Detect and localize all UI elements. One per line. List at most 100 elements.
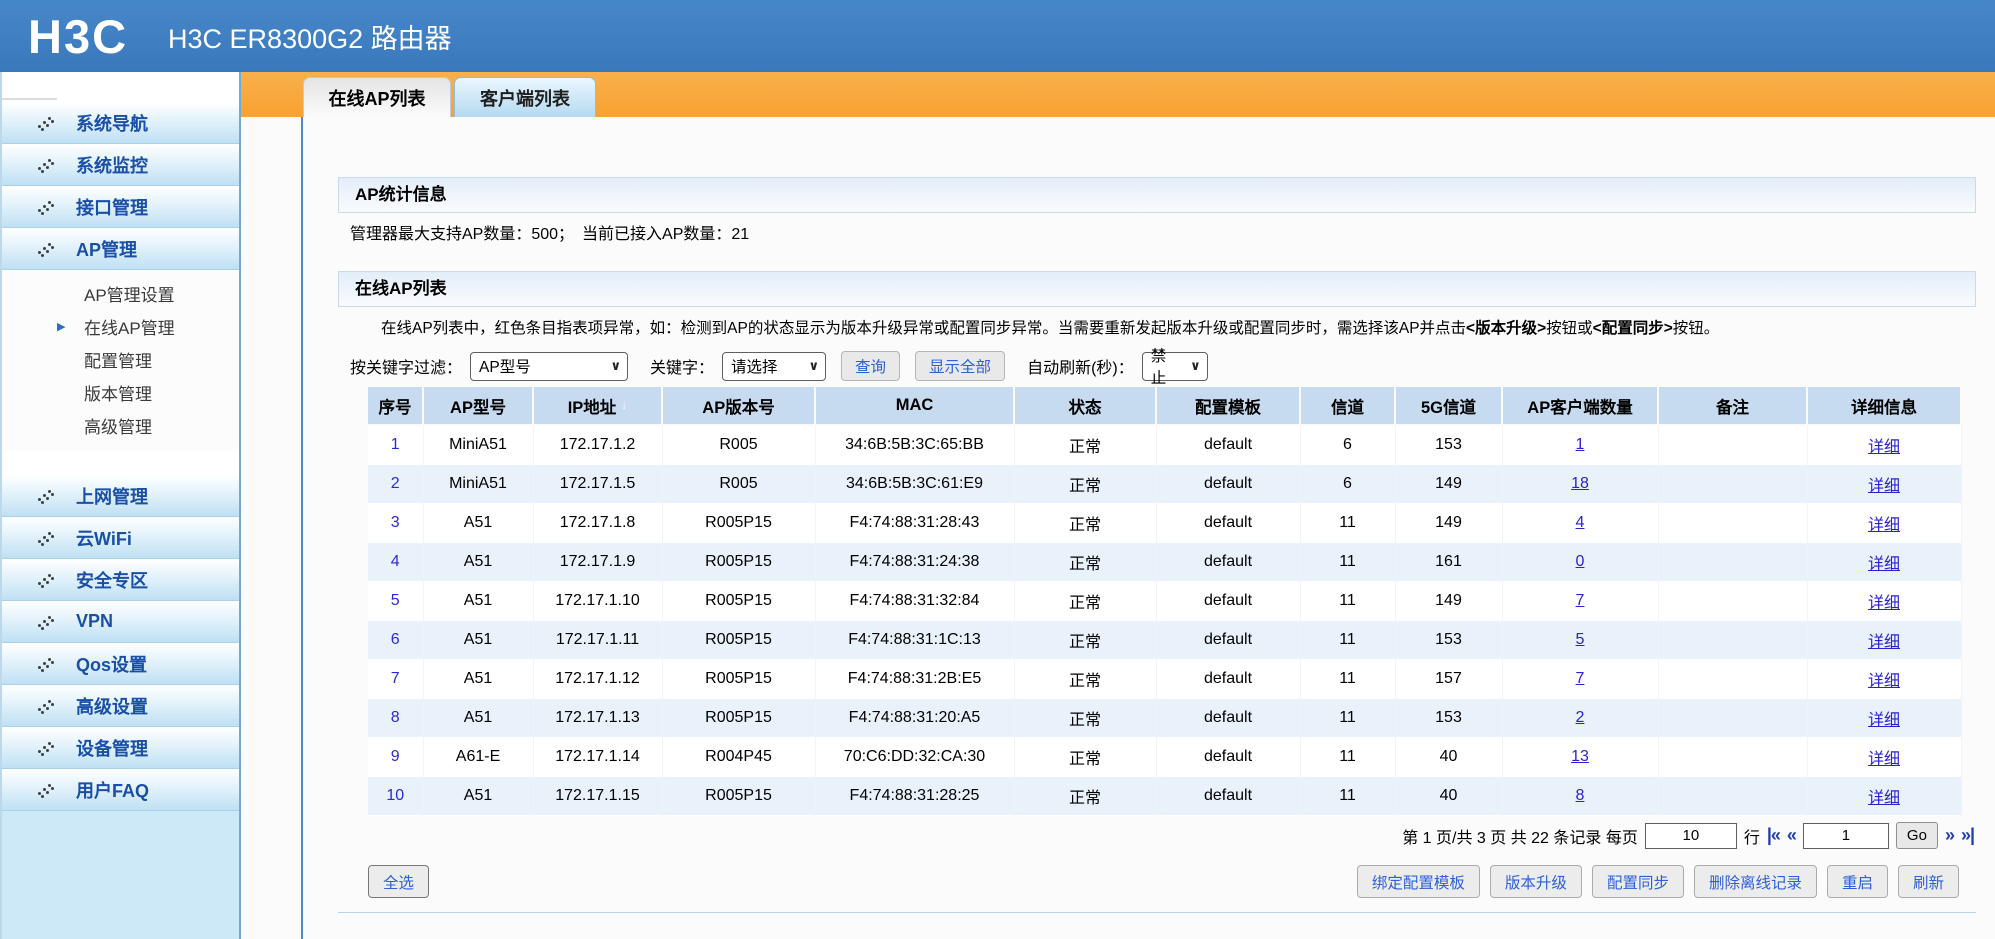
cell-ip: 172.17.1.12 bbox=[533, 659, 662, 698]
client-count-link[interactable]: 7 bbox=[1576, 592, 1585, 609]
show-all-button[interactable]: 显示全部 bbox=[915, 351, 1005, 381]
config-sync-button[interactable]: 配置同步 bbox=[1592, 865, 1684, 898]
sidebar-item-vpn[interactable]: VPN bbox=[2, 601, 239, 643]
column-header-ip[interactable]: IP地址↓ bbox=[533, 387, 662, 425]
detail-link[interactable]: 详细 bbox=[1868, 634, 1900, 651]
sidebar-item-system-nav[interactable]: 系统导航 bbox=[2, 102, 239, 144]
menu-bullet-icon bbox=[38, 531, 54, 545]
detail-link[interactable]: 详细 bbox=[1868, 517, 1900, 534]
column-header-version[interactable]: AP版本号 bbox=[662, 387, 815, 425]
submenu-item-version-mgmt[interactable]: 版本管理 bbox=[2, 376, 239, 409]
sidebar-item-security-zone[interactable]: 安全专区 bbox=[2, 559, 239, 601]
submenu-item-ap-mgmt-settings[interactable]: AP管理设置 bbox=[2, 277, 239, 310]
cell-channel: 11 bbox=[1300, 503, 1395, 542]
client-count-link[interactable]: 7 bbox=[1576, 670, 1585, 687]
cell-model: A51 bbox=[423, 542, 533, 581]
column-header-index[interactable]: 序号 bbox=[368, 387, 423, 425]
sidebar-item-interface-mgmt[interactable]: 接口管理 bbox=[2, 186, 239, 228]
client-count-link[interactable]: 18 bbox=[1571, 475, 1589, 492]
next-page-button[interactable]: » bbox=[1945, 825, 1954, 846]
submenu-item-online-ap-mgmt[interactable]: ▶ 在线AP管理 bbox=[2, 310, 239, 343]
desc-text: 按钮或 bbox=[1546, 320, 1593, 337]
detail-link[interactable]: 详细 bbox=[1868, 439, 1900, 456]
sidebar-item-internet-mgmt[interactable]: 上网管理 bbox=[2, 475, 239, 517]
top-header: H3C H3C ER8300G2 路由器 bbox=[0, 0, 1995, 72]
delete-offline-button[interactable]: 删除离线记录 bbox=[1694, 865, 1817, 898]
bind-template-button[interactable]: 绑定配置模板 bbox=[1357, 865, 1480, 898]
reboot-button[interactable]: 重启 bbox=[1827, 865, 1888, 898]
sidebar-filler bbox=[2, 811, 239, 939]
tab-client-list[interactable]: 客户端列表 bbox=[454, 77, 596, 117]
column-header-template[interactable]: 配置模板 bbox=[1156, 387, 1300, 425]
cell-version: R005P15 bbox=[662, 698, 815, 737]
sidebar-item-system-monitor[interactable]: 系统监控 bbox=[2, 144, 239, 186]
client-count-link[interactable]: 5 bbox=[1576, 631, 1585, 648]
menu-bullet-icon bbox=[38, 489, 54, 503]
cell-note bbox=[1658, 464, 1807, 503]
cell-clients: 18 bbox=[1502, 464, 1658, 503]
keyword-select[interactable]: 请选择 ∨ bbox=[722, 352, 826, 381]
menu-bullet-icon bbox=[38, 699, 54, 713]
client-count-link[interactable]: 2 bbox=[1576, 709, 1585, 726]
table-row: 8A51172.17.1.13R005P15F4:74:88:31:20:A5正… bbox=[368, 698, 1961, 737]
detail-link[interactable]: 详细 bbox=[1868, 790, 1900, 807]
submenu-item-config-mgmt[interactable]: 配置管理 bbox=[2, 343, 239, 376]
first-page-button[interactable]: |« bbox=[1767, 825, 1780, 846]
column-header-model[interactable]: AP型号 bbox=[423, 387, 533, 425]
detail-link[interactable]: 详细 bbox=[1868, 556, 1900, 573]
sidebar-item-cloud-wifi[interactable]: 云WiFi bbox=[2, 517, 239, 559]
page-number-input[interactable] bbox=[1803, 823, 1889, 849]
prev-page-button[interactable]: « bbox=[1787, 825, 1796, 846]
cell-status: 正常 bbox=[1014, 581, 1156, 620]
cell-note bbox=[1658, 581, 1807, 620]
menu-bullet-icon bbox=[38, 783, 54, 797]
cell-channel5g: 149 bbox=[1395, 581, 1502, 620]
auto-refresh-select[interactable]: 禁止 ∨ bbox=[1142, 352, 1208, 381]
detail-link[interactable]: 详细 bbox=[1868, 712, 1900, 729]
tab-online-ap-list[interactable]: 在线AP列表 bbox=[303, 77, 451, 117]
detail-link[interactable]: 详细 bbox=[1868, 478, 1900, 495]
table-row: 5A51172.17.1.10R005P15F4:74:88:31:32:84正… bbox=[368, 581, 1961, 620]
filter-field-select[interactable]: AP型号 ∨ bbox=[470, 352, 628, 381]
sidebar-item-user-faq[interactable]: 用户FAQ bbox=[2, 769, 239, 811]
column-header-clients[interactable]: AP客户端数量 bbox=[1502, 387, 1658, 425]
client-count-link[interactable]: 4 bbox=[1576, 514, 1585, 531]
submenu-label: AP管理设置 bbox=[84, 281, 175, 306]
detail-link[interactable]: 详细 bbox=[1868, 595, 1900, 612]
menu-bullet-icon bbox=[38, 158, 54, 172]
cell-status: 正常 bbox=[1014, 698, 1156, 737]
column-header-note[interactable]: 备注 bbox=[1658, 387, 1807, 425]
cell-template: default bbox=[1156, 425, 1300, 464]
sidebar-item-qos[interactable]: Qos设置 bbox=[2, 643, 239, 685]
select-all-button[interactable]: 全选 bbox=[368, 865, 429, 898]
submenu-item-advanced-mgmt[interactable]: 高级管理 bbox=[2, 409, 239, 442]
detail-link[interactable]: 详细 bbox=[1868, 673, 1900, 690]
menu-bullet-icon bbox=[38, 741, 54, 755]
version-upgrade-button[interactable]: 版本升级 bbox=[1490, 865, 1582, 898]
client-count-link[interactable]: 1 bbox=[1576, 436, 1585, 453]
client-count-link[interactable]: 0 bbox=[1576, 553, 1585, 570]
cell-clients: 1 bbox=[1502, 425, 1658, 464]
desc-text: 按钮。 bbox=[1673, 320, 1720, 337]
cell-channel5g: 149 bbox=[1395, 503, 1502, 542]
sidebar-item-label: 云WiFi bbox=[76, 525, 132, 551]
column-header-status[interactable]: 状态 bbox=[1014, 387, 1156, 425]
column-header-mac[interactable]: MAC bbox=[815, 387, 1014, 425]
sidebar-item-ap-mgmt[interactable]: AP管理 bbox=[2, 228, 239, 270]
client-count-link[interactable]: 8 bbox=[1576, 787, 1585, 804]
column-header-channel5g[interactable]: 5G信道 bbox=[1395, 387, 1502, 425]
client-count-link[interactable]: 13 bbox=[1571, 748, 1589, 765]
cell-clients: 7 bbox=[1502, 581, 1658, 620]
detail-link[interactable]: 详细 bbox=[1868, 751, 1900, 768]
sidebar-item-advanced-settings[interactable]: 高级设置 bbox=[2, 685, 239, 727]
sidebar-item-device-mgmt[interactable]: 设备管理 bbox=[2, 727, 239, 769]
page-size-input[interactable] bbox=[1645, 823, 1737, 849]
go-button[interactable]: Go bbox=[1896, 822, 1938, 849]
cell-mac: F4:74:88:31:20:A5 bbox=[815, 698, 1014, 737]
content-body: AP统计信息 管理器最大支持AP数量：500； 当前已接入AP数量：21 在线A… bbox=[241, 117, 1995, 939]
last-page-button[interactable]: »| bbox=[1961, 825, 1974, 846]
column-header-detail[interactable]: 详细信息 bbox=[1807, 387, 1961, 425]
refresh-button[interactable]: 刷新 bbox=[1898, 865, 1959, 898]
query-button[interactable]: 查询 bbox=[841, 351, 900, 381]
column-header-channel[interactable]: 信道 bbox=[1300, 387, 1395, 425]
